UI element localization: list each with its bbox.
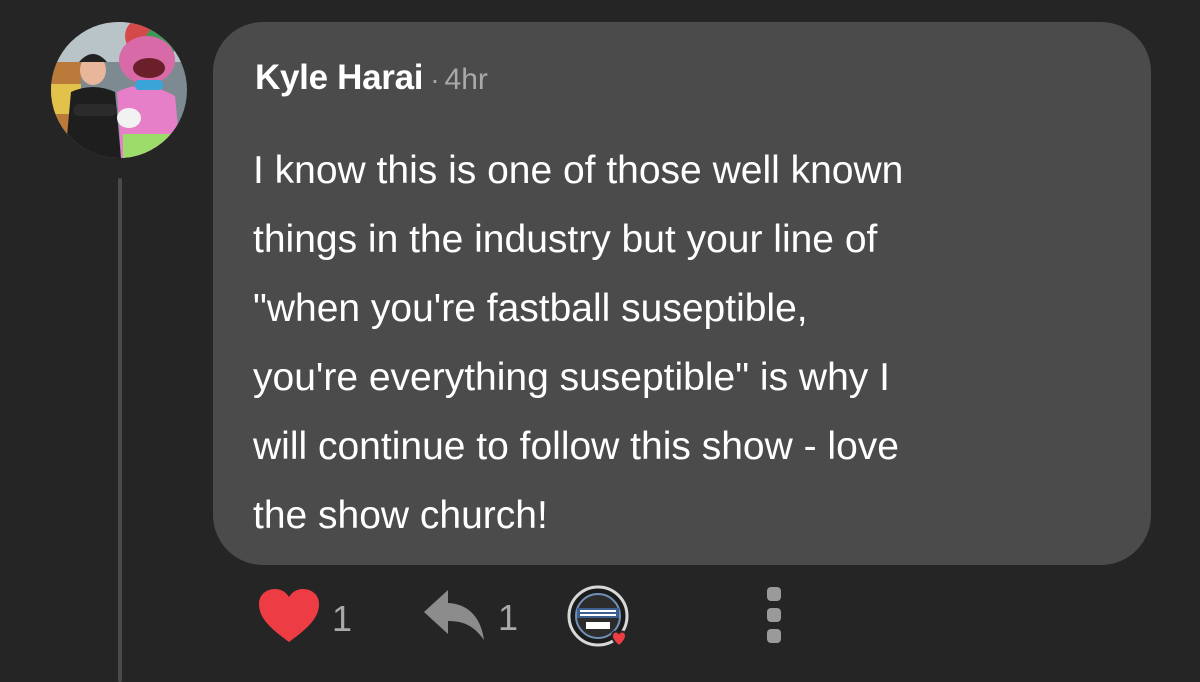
more-vertical-icon xyxy=(767,587,781,643)
comment-body-line: the show church! xyxy=(253,494,548,537)
more-options-button[interactable] xyxy=(764,585,784,645)
reply-arrow-icon xyxy=(422,588,486,647)
creator-liked-badge xyxy=(566,584,636,660)
comment-thread: Kyle Harai · 4hr I know this is one of t… xyxy=(0,0,1200,682)
separator-dot: · xyxy=(430,64,440,95)
comment-body-line: I know this is one of those well known xyxy=(253,149,904,192)
comment-body-line: things in the industry but your line of xyxy=(253,218,878,261)
like-count: 1 xyxy=(332,597,353,639)
reply-count: 1 xyxy=(498,596,519,638)
comment-body-line: "when you're fastball suseptible, xyxy=(253,287,808,330)
comment-actions: 1 1 xyxy=(258,584,818,648)
heart-icon xyxy=(258,588,320,649)
like-button[interactable]: 1 xyxy=(258,588,352,649)
comment-body-line: will continue to follow this show - love xyxy=(253,425,899,468)
comment-header: Kyle Harai · 4hr xyxy=(255,58,488,98)
avatar[interactable] xyxy=(51,22,187,158)
comment-body: I know this is one of those well known t… xyxy=(253,136,1133,550)
reply-button[interactable]: 1 xyxy=(422,588,518,647)
comment-bubble: Kyle Harai · 4hr I know this is one of t… xyxy=(213,22,1151,565)
author-name[interactable]: Kyle Harai xyxy=(255,58,424,98)
comment-body-line: you're everything suseptible" is why I xyxy=(253,356,890,399)
thread-line xyxy=(118,178,122,682)
timestamp: 4hr xyxy=(444,63,488,96)
